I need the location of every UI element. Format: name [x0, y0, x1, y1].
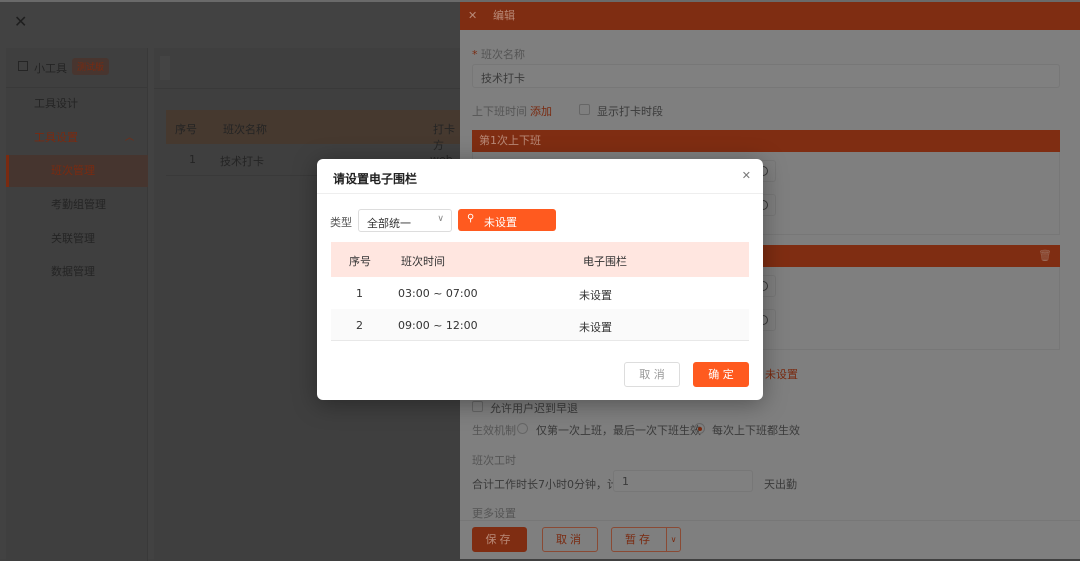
- value: 1: [622, 475, 629, 488]
- value: 全部统一: [367, 217, 411, 230]
- table-header: 序号 班次时间 电子围栏: [331, 242, 749, 277]
- save-button[interactable]: 保存: [472, 527, 527, 552]
- tool-icon: [18, 61, 28, 71]
- col-no: 序号: [349, 255, 371, 268]
- cell: 09:00 ~ 12:00: [398, 319, 478, 332]
- col-name: 班次名称: [223, 123, 267, 136]
- show-period-checkbox[interactable]: [579, 104, 590, 115]
- label: 未设置: [484, 216, 517, 229]
- type-select[interactable]: 全部统一 ∨: [358, 209, 452, 232]
- cell: 1: [356, 287, 363, 300]
- sidebar-item-tool-settings[interactable]: 工具设置 ︿: [6, 122, 148, 154]
- chevron-down-icon: ∨: [437, 214, 444, 224]
- effect-option-2: 每次上下班都生效: [712, 424, 800, 437]
- name-label: * 班次名称: [472, 48, 525, 61]
- close-icon[interactable]: ✕: [742, 169, 751, 182]
- effect-radio-2[interactable]: [694, 423, 705, 434]
- show-period-label: 显示打卡时段: [597, 105, 663, 118]
- modal-title: 请设置电子围栏: [333, 172, 418, 186]
- time-label: 上下班时间: [472, 105, 527, 118]
- cell: 1: [189, 153, 196, 166]
- sidebar: 小工具 测试版 工具设计 工具设置 ︿ 班次管理 考勤组管理 关联管理 数据管理: [6, 48, 148, 561]
- drawer-header: ✕ 编辑: [460, 2, 1080, 30]
- col-fence: 电子围栏: [583, 255, 627, 268]
- cell: 2: [356, 319, 363, 332]
- collapse-button[interactable]: [160, 56, 170, 80]
- sidebar-header: 小工具 测试版: [6, 48, 148, 88]
- sidebar-item-association[interactable]: 关联管理: [6, 223, 148, 255]
- hours-label: 班次工时: [472, 454, 516, 467]
- sidebar-item-attendance-group[interactable]: 考勤组管理: [6, 189, 148, 221]
- label: 工具设置: [34, 131, 78, 144]
- allow-late-checkbox[interactable]: [472, 401, 483, 412]
- chevron-up-icon: ︿: [124, 133, 134, 143]
- beta-badge: 测试版: [72, 58, 110, 75]
- modal-header: 请设置电子围栏 ✕: [317, 159, 763, 194]
- draft-button[interactable]: 暂存: [611, 527, 667, 552]
- cell: 未设置: [579, 321, 612, 334]
- confirm-button[interactable]: 确 定: [693, 362, 749, 387]
- close-icon[interactable]: ✕: [14, 12, 27, 31]
- value: 技术打卡: [481, 72, 525, 85]
- hours-text: 合计工作时长7小时0分钟，计算: [472, 478, 629, 491]
- type-label: 类型: [330, 216, 352, 229]
- cell: 技术打卡: [220, 155, 264, 168]
- sidebar-title: 小工具: [34, 62, 67, 75]
- shift-1-bar: 第1次上下班: [472, 130, 1060, 152]
- effect-label: 生效机制: [472, 424, 516, 437]
- trash-icon[interactable]: 🗑: [1038, 245, 1052, 267]
- add-link[interactable]: 添加: [530, 103, 552, 119]
- table-row[interactable]: 1 03:00 ~ 07:00 未设置: [331, 277, 749, 309]
- cell: 03:00 ~ 07:00: [398, 287, 478, 300]
- close-icon[interactable]: ✕: [468, 2, 477, 30]
- cancel-button[interactable]: 取消: [542, 527, 598, 552]
- sidebar-item-tool-design[interactable]: 工具设计: [6, 88, 148, 120]
- allow-late-label: 允许用户迟到早退: [490, 402, 578, 415]
- more-settings: 更多设置: [472, 507, 516, 520]
- effect-radio-1[interactable]: [517, 423, 528, 434]
- days-suffix: 天出勤: [764, 478, 797, 491]
- days-input[interactable]: 1: [613, 470, 753, 492]
- effect-option-1: 仅第一次上班，最后一次下班生效: [536, 424, 701, 437]
- table-header: 序号 班次名称 打卡方: [166, 110, 460, 152]
- cell: 未设置: [579, 289, 612, 302]
- fence-status-link[interactable]: 未设置: [765, 366, 798, 382]
- shift-name-input[interactable]: 技术打卡: [472, 64, 1060, 88]
- col-time: 班次时间: [401, 255, 445, 268]
- drawer-title: 编辑: [493, 9, 515, 22]
- col-no: 序号: [175, 123, 197, 136]
- fence-button[interactable]: ⚲ 未设置: [458, 209, 556, 231]
- location-user-icon: ⚲: [467, 213, 475, 224]
- geofence-modal: 请设置电子围栏 ✕ 类型 全部统一 ∨ ⚲ 未设置 序号 班次时间 电子围栏 1…: [317, 159, 763, 400]
- sidebar-item-shift-management[interactable]: 班次管理: [6, 155, 148, 187]
- cancel-button[interactable]: 取 消: [624, 362, 680, 387]
- chevron-down-icon[interactable]: ∨: [666, 527, 681, 552]
- table-row[interactable]: 2 09:00 ~ 12:00 未设置: [331, 309, 749, 341]
- sidebar-item-data[interactable]: 数据管理: [6, 256, 148, 288]
